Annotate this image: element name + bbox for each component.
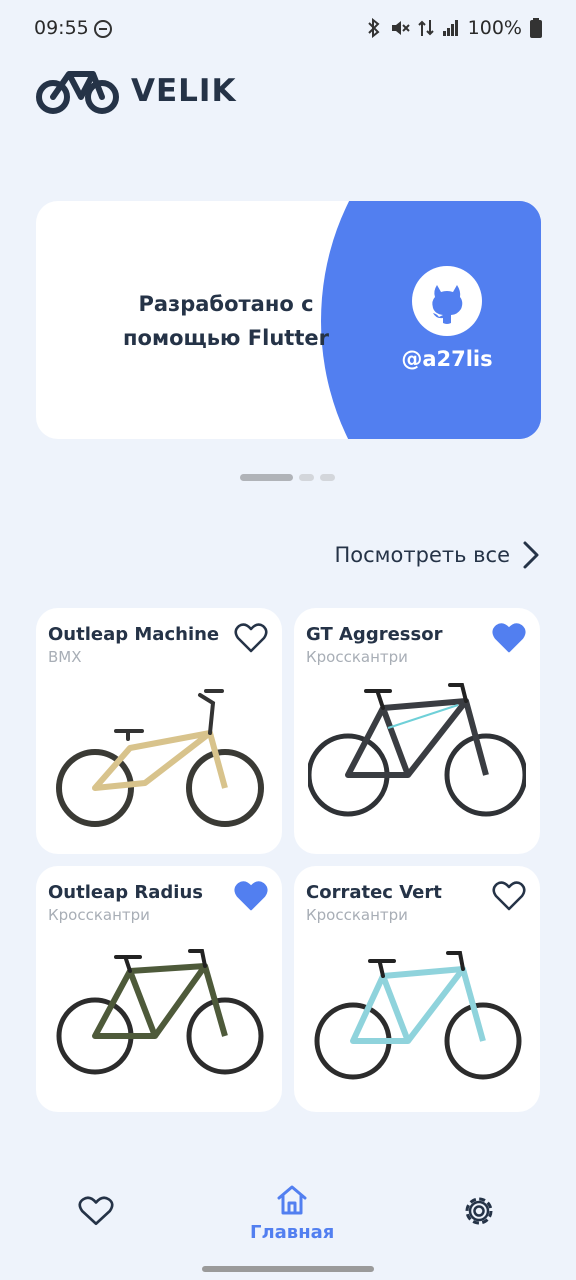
product-category: Кросскантри	[306, 648, 408, 666]
bluetooth-icon	[367, 18, 380, 38]
pager-dot-active[interactable]	[240, 474, 293, 481]
signal-icon	[442, 20, 458, 36]
home-indicator[interactable]	[202, 1266, 374, 1272]
product-category: Кросскантри	[48, 906, 150, 924]
see-all-link[interactable]: Посмотреть все	[335, 540, 541, 570]
heart-outline-icon[interactable]	[234, 622, 268, 654]
app-name: VELIK	[131, 73, 237, 109]
data-arrows-icon	[417, 20, 434, 36]
pager-dot[interactable]	[320, 474, 335, 481]
heart-icon	[78, 1196, 114, 1226]
battery-icon	[530, 18, 542, 38]
status-bar: 09:55 100%	[0, 0, 576, 58]
product-name: Outleap Machine	[48, 624, 220, 645]
bike-image	[308, 683, 526, 817]
product-name: GT Aggressor	[306, 624, 443, 645]
product-category: Кросскантри	[306, 906, 408, 924]
bottom-nav: Главная	[0, 1160, 576, 1260]
heart-outline-icon[interactable]	[492, 880, 526, 912]
pager-dot[interactable]	[299, 474, 314, 481]
app-logo: VELIK	[35, 66, 236, 116]
carousel-pager	[240, 474, 335, 481]
bicycle-icon	[36, 71, 119, 114]
nav-favorites[interactable]	[76, 1194, 116, 1228]
chevron-right-icon	[523, 541, 539, 569]
battery-percent: 100%	[467, 17, 522, 39]
product-card[interactable]: Outleap Machine BMX	[36, 608, 282, 854]
product-card[interactable]: Outleap Radius Кросскантри	[36, 866, 282, 1112]
gear-icon	[465, 1197, 493, 1225]
heart-filled-icon[interactable]	[234, 880, 268, 912]
github-icon[interactable]	[411, 265, 483, 337]
heart-filled-icon[interactable]	[492, 622, 526, 654]
promo-banner[interactable]: Разработано с помощью Flutter @a27lis	[36, 201, 541, 439]
bike-image	[314, 951, 522, 1080]
home-icon	[277, 1185, 307, 1215]
product-card[interactable]: Corratec Vert Кросскантри	[294, 866, 540, 1112]
banner-text: Разработано с помощью Flutter	[123, 292, 329, 350]
product-card[interactable]: GT Aggressor Кросскантри	[294, 608, 540, 854]
product-category: BMX	[48, 648, 82, 666]
nav-home-label: Главная	[250, 1222, 335, 1243]
status-time: 09:55	[34, 17, 89, 39]
mute-icon	[391, 21, 410, 35]
see-all-label: Посмотреть все	[334, 543, 511, 567]
product-name: Corratec Vert	[306, 882, 442, 903]
nav-settings[interactable]	[462, 1194, 496, 1228]
product-name: Outleap Radius	[48, 882, 203, 903]
do-not-disturb-icon	[94, 20, 112, 38]
bike-image	[56, 949, 264, 1075]
nav-home[interactable]: Главная	[250, 1184, 334, 1243]
github-handle[interactable]: @a27lis	[386, 347, 508, 371]
status-icons: 100%	[366, 17, 542, 39]
bike-image	[56, 689, 264, 827]
